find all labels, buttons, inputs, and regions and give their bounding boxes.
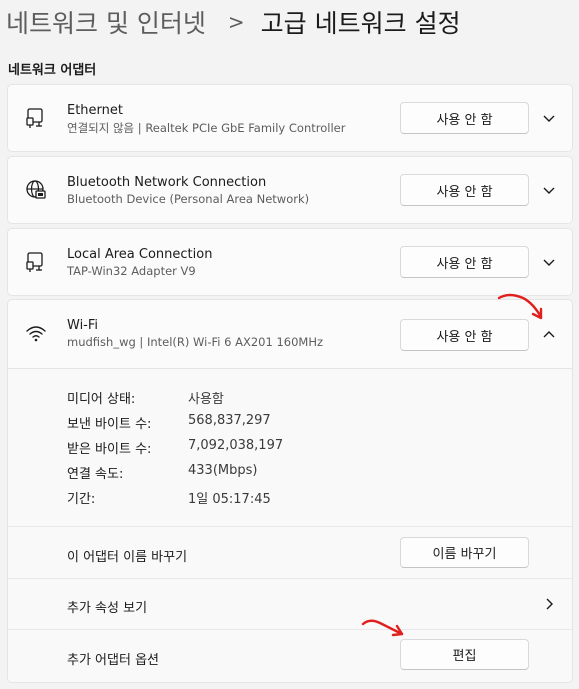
chevron-down-icon[interactable] — [542, 111, 556, 125]
property-label: 기간: — [67, 492, 96, 507]
breadcrumb-separator: > — [227, 10, 245, 34]
property-label: 미디어 상태: — [67, 392, 136, 407]
property-value: 433(Mbps) — [188, 463, 258, 478]
annotation-arrow-icon — [361, 619, 404, 637]
more-properties-row[interactable]: 추가 속성 보기 — [67, 597, 147, 616]
adapter-card-ethernet[interactable]: Ethernet 연결되지 않음 | Realtek PCIe GbE Fami… — [7, 84, 573, 152]
adapter-subtitle: 연결되지 않음 | Realtek PCIe GbE Family Contro… — [67, 121, 346, 135]
rename-button[interactable]: 이름 바꾸기 — [400, 537, 529, 568]
adapter-subtitle: TAP-Win32 Adapter V9 — [67, 264, 196, 278]
breadcrumb: 네트워크 및 인터넷 > 고급 네트워크 설정 — [6, 2, 461, 42]
adapter-card-bluetooth[interactable]: Bluetooth Network Connection Bluetooth D… — [7, 156, 573, 224]
breadcrumb-parent-link[interactable]: 네트워크 및 인터넷 — [6, 4, 206, 40]
wifi-icon — [26, 326, 46, 342]
ethernet-icon — [26, 108, 43, 128]
divider — [8, 629, 572, 630]
globe-network-icon — [26, 180, 46, 199]
adapter-card-local-area[interactable]: Local Area Connection TAP-Win32 Adapter … — [7, 228, 573, 296]
adapter-title: Local Area Connection — [67, 247, 213, 262]
property-label: 연결 속도: — [67, 467, 124, 482]
disable-button[interactable]: 사용 안 함 — [400, 174, 529, 206]
chevron-down-icon[interactable] — [542, 183, 556, 197]
disable-button[interactable]: 사용 안 함 — [400, 102, 529, 134]
adapter-title: Wi-Fi — [67, 318, 99, 333]
ethernet-icon — [26, 252, 43, 272]
property-value: 568,837,297 — [188, 413, 271, 428]
wifi-header[interactable]: Wi-Fi mudfish_wg | Intel(R) Wi-Fi 6 AX20… — [8, 300, 572, 369]
property-label: 받은 바이트 수: — [67, 442, 152, 457]
adapter-card-wifi: Wi-Fi mudfish_wg | Intel(R) Wi-Fi 6 AX20… — [7, 299, 573, 683]
adapter-subtitle: mudfish_wg | Intel(R) Wi-Fi 6 AX201 160M… — [67, 335, 324, 349]
more-adapter-options-label: 추가 어댑터 옵션 — [67, 653, 159, 668]
adapter-title: Bluetooth Network Connection — [67, 175, 267, 190]
adapter-subtitle: Bluetooth Device (Personal Area Network) — [67, 192, 310, 206]
chevron-down-icon[interactable] — [542, 255, 556, 269]
page-title: 고급 네트워크 설정 — [260, 9, 461, 38]
property-value: 사용함 — [188, 392, 224, 407]
disable-button[interactable]: 사용 안 함 — [400, 246, 529, 278]
divider — [8, 578, 572, 579]
property-value: 7,092,038,197 — [188, 438, 284, 453]
edit-button[interactable]: 편집 — [400, 639, 529, 670]
adapter-title: Ethernet — [67, 103, 123, 118]
chevron-up-icon[interactable] — [542, 328, 556, 342]
section-title: 네트워크 어댑터 — [8, 63, 97, 78]
chevron-right-icon[interactable] — [542, 597, 556, 611]
rename-adapter-label: 이 어댑터 이름 바꾸기 — [67, 550, 188, 565]
divider — [8, 526, 572, 527]
annotation-arrow-icon — [497, 293, 543, 320]
property-label: 보낸 바이트 수: — [67, 417, 152, 432]
property-value: 1일 05:17:45 — [188, 492, 271, 507]
